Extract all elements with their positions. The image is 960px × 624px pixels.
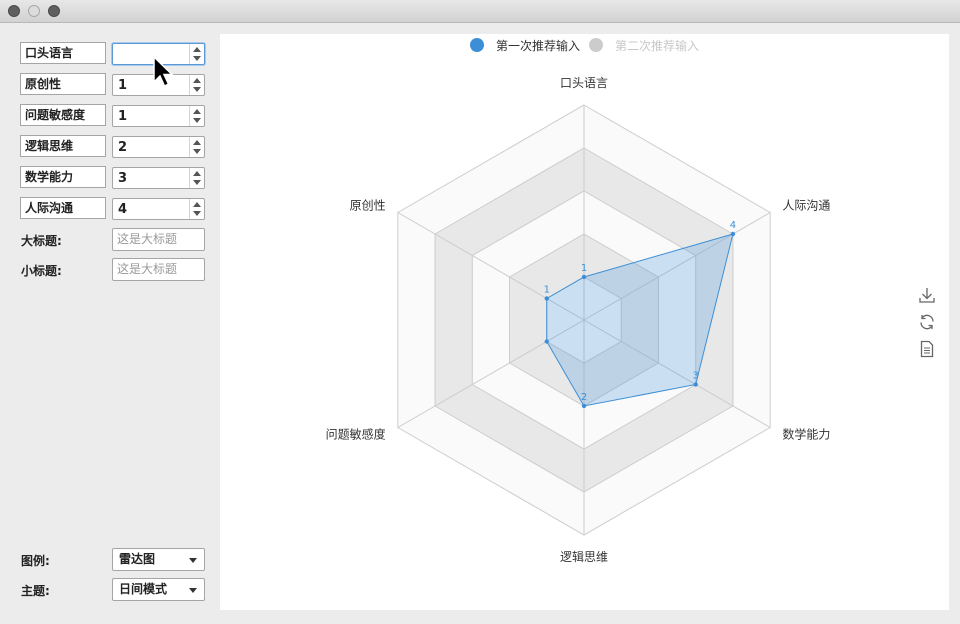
interpersonal-spinbox[interactable]: 4	[112, 198, 205, 220]
indicator-label-interpersonal: 人际沟通	[20, 197, 106, 219]
spinbox-value: 2	[118, 140, 128, 155]
indicator-label: 人际沟通	[782, 199, 830, 213]
title-bar	[0, 0, 960, 23]
subtitle-input[interactable]: 这是大标题	[112, 258, 205, 281]
indicator-label: 原创性	[350, 199, 386, 213]
spinbox-value: 4	[118, 202, 128, 217]
data-point	[544, 296, 549, 301]
data-point	[544, 339, 549, 344]
spin-down-icon[interactable]	[193, 211, 201, 216]
spin-down-icon[interactable]	[193, 56, 201, 61]
theme-dropdown[interactable]: 日间模式	[112, 578, 205, 601]
data-point	[730, 231, 736, 237]
data-point	[581, 403, 587, 409]
chart-panel: 第一次推荐输入 第二次推荐输入 口头语言 人际沟通 数学能力 逻辑思维 问题敏感度 原创性…	[220, 34, 949, 610]
spin-down-icon[interactable]	[193, 118, 201, 123]
chevron-down-icon	[189, 558, 197, 563]
close-button[interactable]	[8, 5, 20, 17]
theme-label: 主题:	[21, 584, 50, 598]
app-window: 口头语言 原创性 1 问题敏感度 1 逻辑思维 2 数学能力 3 人际沟通 4 …	[0, 0, 960, 624]
main-title-input[interactable]: 这是大标题	[112, 228, 205, 251]
dropdown-value: 雷达图	[119, 552, 156, 566]
spin-up-icon[interactable]	[193, 171, 201, 176]
main-title-label: 大标题:	[21, 234, 62, 248]
indicator-label: 数学能力	[782, 427, 830, 442]
download-icon[interactable]	[918, 286, 936, 304]
data-label: 1	[581, 263, 587, 274]
chevron-down-icon	[189, 588, 197, 593]
chart-type-dropdown[interactable]: 雷达图	[112, 548, 205, 571]
spin-up-icon[interactable]	[193, 47, 201, 52]
spin-up-icon[interactable]	[193, 78, 201, 83]
data-label: 4	[730, 220, 736, 231]
spin-up-icon[interactable]	[193, 140, 201, 145]
problem-sensitivity-spinbox[interactable]: 1	[112, 105, 205, 127]
data-view-icon[interactable]	[918, 340, 936, 358]
maximize-button[interactable]	[48, 5, 60, 17]
indicator-label-math-ability: 数学能力	[20, 166, 106, 188]
minimize-button[interactable]	[28, 5, 40, 17]
data-label: 3	[693, 371, 699, 382]
data-label: 1	[544, 285, 550, 296]
spin-up-icon[interactable]	[193, 109, 201, 114]
dropdown-value: 日间模式	[119, 582, 168, 596]
spinbox-value: 1	[118, 78, 128, 93]
indicator-label: 逻辑思维	[560, 550, 608, 564]
indicator-label-oral-language: 口头语言	[20, 42, 106, 64]
data-point	[581, 274, 587, 280]
spin-down-icon[interactable]	[193, 180, 201, 185]
data-label: 2	[581, 392, 587, 403]
indicator-label: 问题敏感度	[326, 427, 386, 442]
indicator-label-originality: 原创性	[20, 73, 106, 95]
spin-down-icon[interactable]	[193, 87, 201, 92]
refresh-icon[interactable]	[918, 313, 936, 331]
spin-down-icon[interactable]	[193, 149, 201, 154]
data-point	[693, 382, 698, 387]
indicator-label-logical-thinking: 逻辑思维	[20, 135, 106, 157]
legend-type-label: 图例:	[21, 554, 50, 568]
indicator-label-problem-sensitivity: 问题敏感度	[20, 104, 106, 126]
radar-chart: 口头语言人际沟通数学能力逻辑思维 问题敏感度 原创性 1 4 3 2 1	[326, 76, 831, 564]
spin-up-icon[interactable]	[193, 202, 201, 207]
math-ability-spinbox[interactable]: 3	[112, 167, 205, 189]
indicator-label: 口头语言	[560, 76, 608, 90]
subtitle-label: 小标题:	[21, 264, 62, 278]
mouse-cursor-icon	[153, 55, 174, 88]
logical-thinking-spinbox[interactable]: 2	[112, 136, 205, 158]
spinbox-value: 3	[118, 171, 128, 186]
spinbox-value: 1	[118, 109, 128, 124]
